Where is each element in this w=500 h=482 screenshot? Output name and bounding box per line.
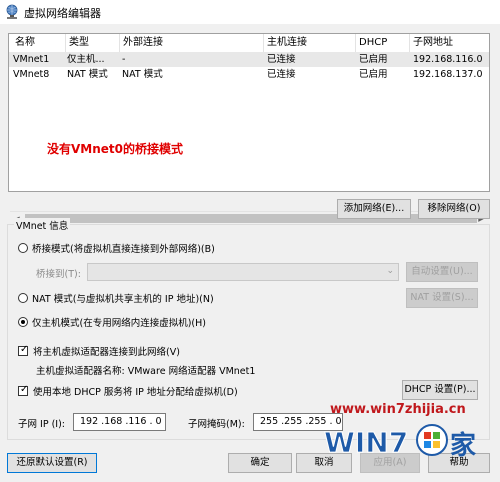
bridged-to-select[interactable]: ⌄	[87, 263, 399, 281]
watermark: www.win7zhijia.cn WIN7 家	[322, 398, 492, 474]
cell-host: 已连接	[267, 69, 296, 80]
network-globe-icon	[6, 4, 18, 19]
host-only-mode-label[interactable]: 仅主机模式(在专用网络内连接虚拟机)(H)	[32, 315, 206, 329]
title-bar: 虚拟网络编辑器	[0, 0, 500, 24]
connect-adapter-label[interactable]: 将主机虚拟适配器连接到此网络(V)	[33, 344, 180, 358]
network-table[interactable]: 名称 类型 外部连接 主机连接 DHCP 子网地址 VMnet1 仅主机... …	[8, 33, 490, 226]
dhcp-settings-button[interactable]: DHCP 设置(P)...	[402, 380, 478, 400]
checkmark-icon: ✓	[20, 384, 29, 395]
column-separator	[263, 34, 264, 52]
column-header-host[interactable]: 主机连接	[267, 36, 307, 50]
cell-name: VMnet1	[13, 54, 50, 65]
nat-mode-radio[interactable]	[18, 293, 28, 303]
column-separator	[355, 34, 356, 52]
svg-text:家: 家	[450, 430, 476, 461]
cell-external: -	[122, 54, 126, 65]
subnet-ip-field[interactable]: 192 .168 .116 . 0	[73, 413, 166, 431]
checkmark-icon: ✓	[20, 344, 29, 355]
cell-subnet: 192.168.137.0	[413, 69, 483, 80]
column-header-external[interactable]: 外部连接	[123, 36, 163, 50]
column-separator	[119, 34, 120, 52]
cell-type: 仅主机...	[67, 54, 105, 65]
bridged-to-label: 桥接到(T):	[36, 269, 81, 280]
adapter-name-text: 主机虚拟适配器名称: VMware 网络适配器 VMnet1	[36, 366, 256, 377]
ok-button[interactable]: 确定	[228, 453, 292, 473]
column-header-name[interactable]: 名称	[15, 36, 35, 50]
cell-type: NAT 模式	[67, 69, 108, 80]
svg-text:WIN7: WIN7	[324, 426, 408, 459]
column-header-dhcp[interactable]: DHCP	[359, 36, 387, 50]
bridged-mode-radio[interactable]	[18, 243, 28, 253]
nat-settings-button[interactable]: NAT 设置(S)...	[406, 288, 478, 308]
bridged-mode-label[interactable]: 桥接模式(将虚拟机直接连接到外部网络)(B)	[32, 241, 215, 255]
column-separator	[65, 34, 66, 52]
cell-external: NAT 模式	[122, 69, 163, 80]
auto-settings-button[interactable]: 自动设置(U)...	[406, 262, 478, 282]
chevron-down-icon: ⌄	[386, 266, 394, 276]
subnet-mask-label: 子网掩码(M):	[188, 419, 245, 430]
annotation-text: 没有VMnet0的桥接模式	[47, 142, 183, 156]
dhcp-label[interactable]: 使用本地 DHCP 服务将 IP 地址分配给虚拟机(D)	[33, 384, 238, 398]
host-only-mode-radio[interactable]	[18, 317, 28, 327]
cell-dhcp: 已启用	[359, 54, 388, 65]
cell-dhcp: 已启用	[359, 69, 388, 80]
watermark-url: www.win7zhijia.cn	[330, 402, 466, 417]
win7-logo-icon: WIN7 家	[324, 424, 476, 461]
column-header-subnet[interactable]: 子网地址	[413, 36, 453, 50]
cell-name: VMnet8	[13, 69, 50, 80]
vmnet-info-label: VMnet 信息	[14, 218, 71, 232]
add-network-button[interactable]: 添加网络(E)...	[337, 199, 411, 219]
cell-host: 已连接	[267, 54, 296, 65]
column-header-type[interactable]: 类型	[69, 36, 89, 50]
cell-subnet: 192.168.116.0	[413, 54, 483, 65]
remove-network-button[interactable]: 移除网络(O)	[418, 199, 490, 219]
table-row[interactable]: VMnet1 仅主机... - 已连接 已启用 192.168.116.0	[9, 52, 489, 67]
nat-mode-label[interactable]: NAT 模式(与虚拟机共享主机的 IP 地址)(N)	[32, 291, 214, 305]
connect-adapter-checkbox[interactable]: ✓	[18, 344, 29, 356]
dhcp-checkbox[interactable]: ✓	[18, 384, 29, 396]
column-separator	[409, 34, 410, 52]
subnet-ip-label: 子网 IP (I):	[18, 419, 65, 430]
table-row[interactable]: VMnet8 NAT 模式 NAT 模式 已连接 已启用 192.168.137…	[9, 67, 489, 82]
restore-defaults-button[interactable]: 还原默认设置(R)	[7, 453, 97, 473]
window-title: 虚拟网络编辑器	[24, 7, 101, 20]
